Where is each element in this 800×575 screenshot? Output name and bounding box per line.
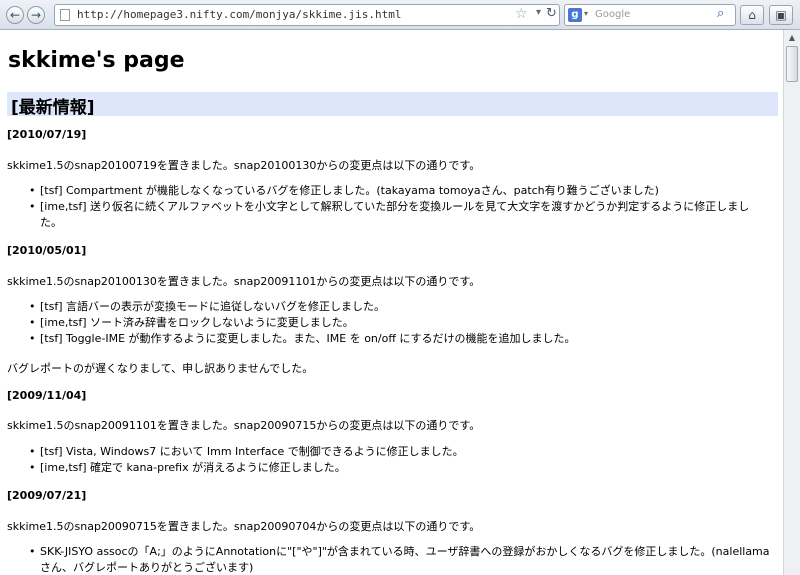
list-item: [tsf] Vista, Windows7 において Imm Interface… bbox=[29, 444, 770, 460]
entry-intro: skkime1.5のsnap20090715を置きました。snap2009070… bbox=[7, 520, 481, 533]
address-bar[interactable]: http://homepage3.nifty.com/monjya/skkime… bbox=[54, 4, 560, 26]
scroll-up-arrow-icon[interactable]: ▲ bbox=[784, 30, 800, 46]
home-icon: ⌂ bbox=[748, 8, 756, 22]
home-button[interactable]: ⌂ bbox=[740, 5, 764, 25]
page-content: skkime's page [最新情報] [2010/07/19] skkime… bbox=[0, 30, 783, 575]
list-item: [ime,tsf] ソート済み辞書をロックしないように変更しました。 bbox=[29, 315, 770, 331]
entry-intro: skkime1.5のsnap20100719を置きました。snap2010013… bbox=[7, 159, 481, 172]
forward-button[interactable]: → bbox=[27, 6, 45, 24]
entry-date: [2010/07/19] bbox=[7, 128, 87, 141]
list-item: [ime,tsf] 確定で kana-prefix が消えるように修正しました。 bbox=[29, 460, 770, 476]
search-bar[interactable]: g ▾ Google ⌕ bbox=[564, 4, 736, 26]
menu-button[interactable]: ▣ bbox=[769, 5, 793, 25]
list-item: [tsf] 言語バーの表示が変換モードに追従しないバグを修正しました。 bbox=[29, 299, 770, 315]
entry-date: [2009/11/04] bbox=[7, 389, 87, 402]
page-icon bbox=[60, 9, 70, 21]
entry-note: バグレポートのが遅くなりまして、申し訳ありませんでした。 bbox=[7, 362, 314, 375]
page-title: skkime's page bbox=[8, 48, 185, 73]
search-engine-dropdown-icon[interactable]: ▾ bbox=[584, 9, 588, 18]
list-item: [ime,tsf] 送り仮名に続くアルファベットを小文字として解釈していた部分を… bbox=[29, 199, 770, 231]
url-text[interactable]: http://homepage3.nifty.com/monjya/skkime… bbox=[77, 8, 402, 21]
entry-intro: skkime1.5のsnap20100130を置きました。snap2009110… bbox=[7, 275, 481, 288]
section-header: [最新情報] bbox=[7, 92, 778, 118]
menu-icon: ▣ bbox=[775, 8, 787, 22]
list-item: [tsf] Compartment が機能しなくなっているバグを修正しました。(… bbox=[29, 183, 770, 199]
search-icon[interactable]: ⌕ bbox=[717, 6, 724, 21]
url-dropdown-icon[interactable]: ▾ bbox=[536, 7, 541, 18]
vertical-scrollbar[interactable]: ▲ bbox=[783, 30, 800, 575]
list-item: SKK-JISYO assocの「A;」のようにAnnotationに"["や"… bbox=[29, 544, 770, 575]
entry-date: [2009/07/21] bbox=[7, 489, 87, 502]
google-icon[interactable]: g bbox=[568, 8, 582, 22]
bookmark-star-icon[interactable]: ☆ bbox=[515, 6, 528, 22]
entry-intro: skkime1.5のsnap20091101を置きました。snap2009071… bbox=[7, 419, 481, 432]
browser-toolbar: ← → http://homepage3.nifty.com/monjya/sk… bbox=[0, 0, 800, 30]
list-item: [tsf] Toggle-IME が動作するように変更しました。また、IME を… bbox=[29, 331, 770, 347]
reload-icon[interactable]: ↻ bbox=[546, 6, 557, 21]
search-input[interactable]: Google bbox=[595, 9, 630, 20]
entry-date: [2010/05/01] bbox=[7, 244, 87, 257]
scroll-thumb[interactable] bbox=[786, 46, 798, 82]
back-button[interactable]: ← bbox=[6, 6, 24, 24]
section-title: [最新情報] bbox=[11, 98, 95, 118]
